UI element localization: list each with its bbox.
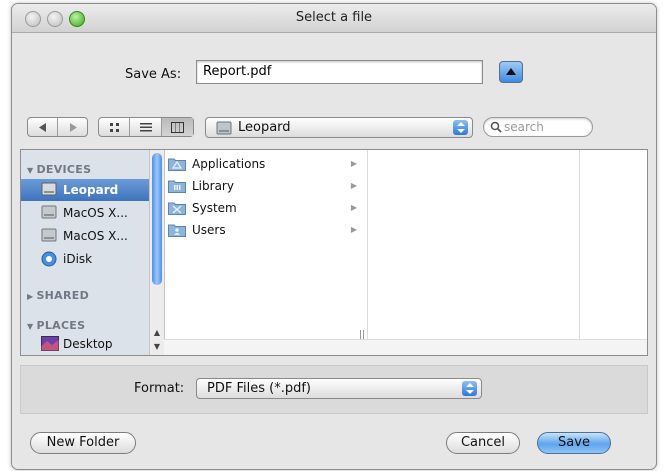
horizontal-scrollbar[interactable] <box>164 339 647 355</box>
list-item[interactable]: Applications ▶ <box>164 153 367 175</box>
location-label: Leopard <box>238 120 291 135</box>
chevron-right-icon: ▶ <box>350 225 357 234</box>
hard-drive-icon <box>41 205 57 219</box>
sidebar: ▼DEVICES Leopard MacOS X... MacOS X... <box>21 150 149 355</box>
hard-drive-icon <box>41 182 57 196</box>
up-triangle-icon <box>506 68 516 75</box>
desktop-icon <box>41 336 59 351</box>
format-popup[interactable]: PDF Files (*.pdf) <box>196 378 482 399</box>
save-dialog-window: Select a file Save As: Report.pdf Leopar… <box>11 3 657 470</box>
column-view-button[interactable] <box>160 118 193 136</box>
title-bar[interactable]: Select a file <box>12 4 656 33</box>
back-forward-control <box>27 117 88 137</box>
scroll-down-arrow-icon[interactable]: ▼ <box>150 342 164 355</box>
sidebar-item-leopard[interactable]: Leopard <box>21 179 149 201</box>
window-title: Select a file <box>295 10 373 25</box>
library-folder-icon <box>168 180 186 193</box>
right-triangle-icon <box>69 122 77 132</box>
popup-arrows-icon <box>462 381 477 396</box>
list-view-button[interactable] <box>129 118 160 136</box>
chevron-right-icon: ▶ <box>350 203 357 212</box>
list-item[interactable]: Users ▶ <box>164 219 367 241</box>
chevron-right-icon: ▶ <box>350 159 357 168</box>
sidebar-item-idisk[interactable]: iDisk <box>21 248 149 270</box>
search-icon <box>490 121 502 133</box>
users-folder-icon <box>168 224 186 237</box>
sidebar-item-macosx-1[interactable]: MacOS X... <box>21 202 149 224</box>
back-button[interactable] <box>28 118 57 136</box>
cancel-button[interactable]: Cancel <box>446 432 520 454</box>
search-placeholder: search <box>504 120 544 134</box>
view-mode-control <box>98 117 194 137</box>
search-field[interactable]: search <box>483 117 593 137</box>
left-triangle-icon <box>38 122 46 132</box>
places-header[interactable]: ▼ PLACES <box>27 319 85 332</box>
idisk-icon <box>41 251 57 267</box>
hard-drive-icon <box>216 121 232 135</box>
expand-dialog-button[interactable] <box>499 61 523 83</box>
popup-arrows-icon <box>453 120 468 135</box>
shared-header[interactable]: ▶ SHARED <box>27 289 89 302</box>
save-as-label: Save As: <box>125 67 182 82</box>
sidebar-item-macosx-2[interactable]: MacOS X... <box>21 225 149 247</box>
devices-header[interactable]: ▼ DEVICES <box>27 163 91 176</box>
format-label: Format: <box>134 381 185 396</box>
file-browser: ▼DEVICES Leopard MacOS X... MacOS X... <box>20 149 648 356</box>
format-value: PDF Files (*.pdf) <box>207 381 311 396</box>
sidebar-scrollbar[interactable]: ▲ ▼ <box>149 150 165 355</box>
browser-column-3 <box>579 150 647 340</box>
disclosure-open-icon: ▼ <box>27 322 34 331</box>
hard-drive-icon <box>41 228 57 242</box>
forward-button[interactable] <box>57 118 87 136</box>
browser-column-2 <box>367 150 580 340</box>
column-view-icon <box>170 121 184 133</box>
icon-view-icon <box>109 122 119 132</box>
scroll-up-arrow-icon[interactable]: ▲ <box>150 328 164 341</box>
applications-folder-icon <box>168 158 186 171</box>
new-folder-button[interactable]: New Folder <box>30 432 136 454</box>
save-as-input[interactable] <box>196 60 483 84</box>
chevron-right-icon: ▶ <box>350 181 357 190</box>
list-item[interactable]: Library ▶ <box>164 175 367 197</box>
disclosure-open-icon: ▼ <box>27 166 34 175</box>
list-view-icon <box>139 122 152 131</box>
sidebar-item-desktop[interactable]: Desktop <box>21 333 149 355</box>
save-button[interactable]: Save <box>537 432 611 454</box>
scrollbar-thumb[interactable] <box>152 153 162 285</box>
format-bar: Format: PDF Files (*.pdf) <box>20 365 648 414</box>
icon-view-button[interactable] <box>99 118 129 136</box>
list-item[interactable]: System ▶ <box>164 197 367 219</box>
system-folder-icon <box>168 202 186 215</box>
disclosure-closed-icon: ▶ <box>27 292 34 301</box>
browser-column-1: Applications ▶ Library ▶ System ▶ Users … <box>164 150 368 340</box>
location-popup[interactable]: Leopard <box>205 117 473 138</box>
